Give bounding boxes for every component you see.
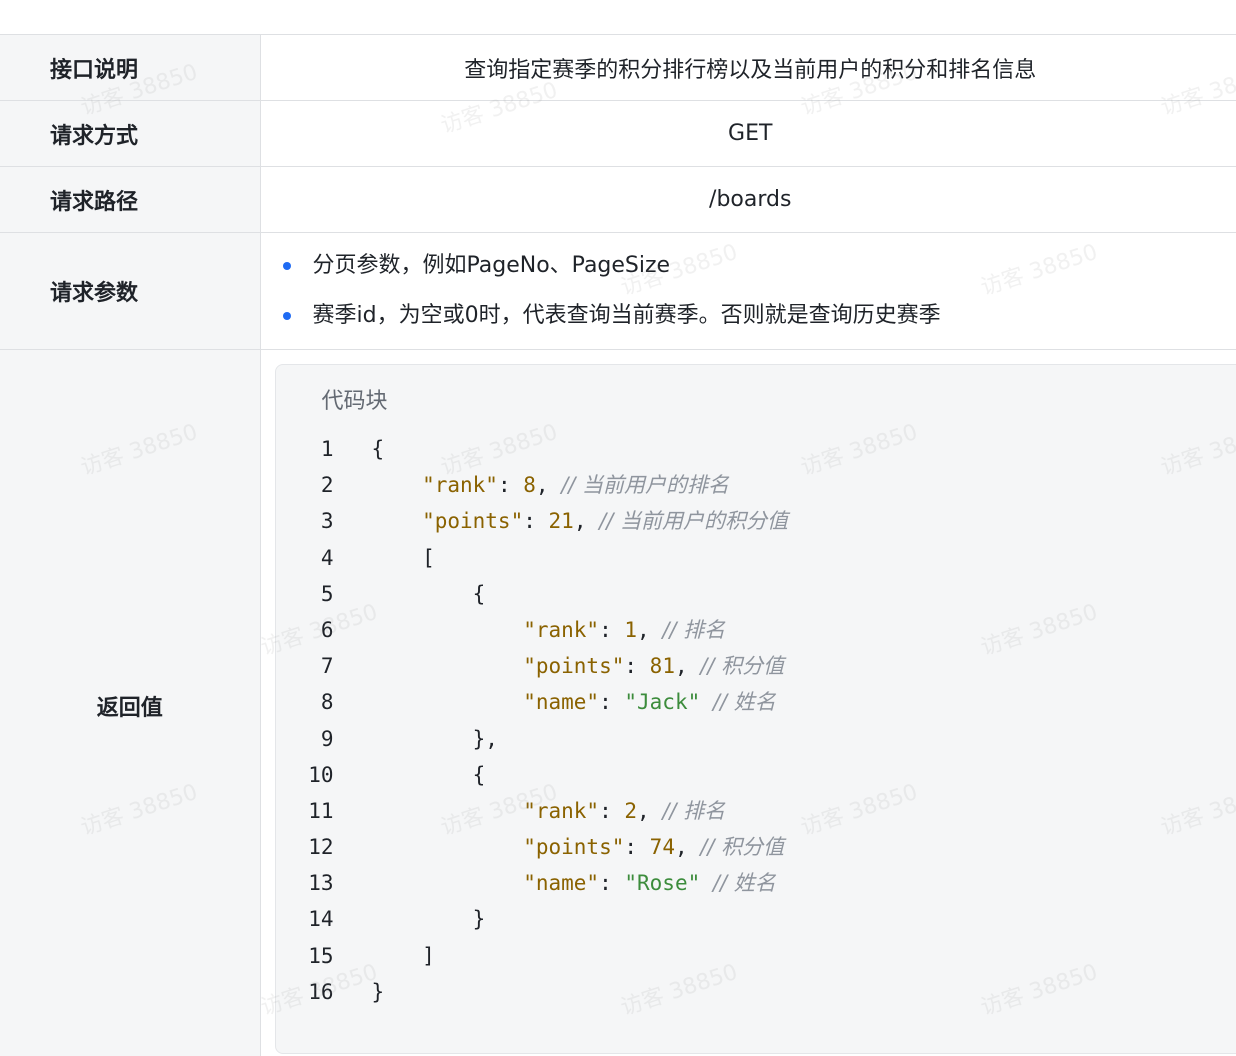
row-value-return: 代码块 1{ 2 "rank": 8, // 当前用户的排名 3 "points… bbox=[260, 349, 1236, 1056]
line-number: 4 bbox=[320, 545, 334, 570]
table-row: 请求路径 /boards bbox=[0, 166, 1236, 233]
param-text: 分页参数，例如PageNo、PageSize bbox=[312, 253, 671, 278]
row-value-path: /boards bbox=[260, 166, 1236, 233]
line-number: 3 bbox=[320, 509, 334, 534]
code-line: 5 { bbox=[276, 576, 788, 612]
line-number: 6 bbox=[320, 617, 334, 642]
bullet-icon bbox=[282, 262, 291, 270]
line-number: 5 bbox=[320, 581, 334, 606]
row-value-params: 分页参数，例如PageNo、PageSize 赛季id，为空或0时，代表查询当前… bbox=[260, 232, 1236, 350]
row-label-method: 请求方式 bbox=[0, 100, 261, 167]
code-line: 16} bbox=[276, 974, 788, 1010]
line-number: 10 bbox=[308, 762, 334, 787]
table-row: 请求方式 GET bbox=[0, 100, 1236, 167]
row-value-description: 查询指定赛季的积分排行榜以及当前用户的积分和排名信息 bbox=[260, 34, 1236, 101]
row-label-description: 接口说明 bbox=[0, 34, 261, 101]
line-number: 11 bbox=[308, 798, 334, 823]
line-number: 12 bbox=[308, 835, 334, 860]
code-block-title: 代码块 bbox=[321, 389, 388, 414]
code-line: 3 "points": 21, // 当前用户的积分值 bbox=[276, 503, 788, 539]
code-lines: 1{ 2 "rank": 8, // 当前用户的排名 3 "points": 2… bbox=[276, 431, 788, 1010]
code-line: 15 ] bbox=[276, 938, 788, 974]
api-spec-table: 接口说明 查询指定赛季的积分排行榜以及当前用户的积分和排名信息 请求方式 GET… bbox=[0, 34, 1236, 1056]
code-line: 4 [ bbox=[276, 540, 788, 576]
table-row: 返回值 代码块 1{ 2 "rank": 8, // 当前用户的排名 3 "po… bbox=[0, 349, 1236, 1056]
code-line: 1{ bbox=[276, 431, 788, 467]
param-text: 赛季id，为空或0时，代表查询当前赛季。否则就是查询历史赛季 bbox=[312, 303, 941, 328]
table-row: 接口说明 查询指定赛季的积分排行榜以及当前用户的积分和排名信息 bbox=[0, 34, 1236, 101]
line-number: 13 bbox=[308, 871, 334, 896]
row-label-return: 返回值 bbox=[0, 349, 261, 1056]
line-number: 7 bbox=[320, 654, 334, 679]
list-item: 赛季id，为空或0时，代表查询当前赛季。否则就是查询历史赛季 bbox=[282, 291, 1236, 341]
list-item: 分页参数，例如PageNo、PageSize bbox=[282, 241, 1236, 291]
line-number: 16 bbox=[308, 979, 334, 1004]
code-line: 11 "rank": 2, // 排名 bbox=[276, 793, 788, 829]
line-number: 9 bbox=[320, 726, 334, 751]
line-number: 2 bbox=[320, 473, 334, 498]
code-line: 8 "name": "Jack" // 姓名 bbox=[276, 684, 788, 720]
table-row: 请求参数 分页参数，例如PageNo、PageSize 赛季id，为空或0时，代… bbox=[0, 232, 1236, 350]
code-block[interactable]: 代码块 1{ 2 "rank": 8, // 当前用户的排名 3 "points… bbox=[274, 364, 1236, 1054]
line-number: 8 bbox=[320, 690, 334, 715]
code-line: 6 "rank": 1, // 排名 bbox=[276, 612, 788, 648]
code-line: 12 "points": 74, // 积分值 bbox=[276, 829, 788, 865]
row-label-path: 请求路径 bbox=[0, 166, 261, 233]
document-page: 接口说明 查询指定赛季的积分排行榜以及当前用户的积分和排名信息 请求方式 GET… bbox=[0, 0, 1236, 1056]
bullet-icon bbox=[282, 312, 291, 320]
code-line: 13 "name": "Rose" // 姓名 bbox=[276, 865, 788, 901]
code-line: 9 }, bbox=[276, 721, 788, 757]
code-line: 14 } bbox=[276, 901, 788, 937]
params-list: 分页参数，例如PageNo、PageSize 赛季id，为空或0时，代表查询当前… bbox=[261, 233, 1236, 349]
row-value-method: GET bbox=[260, 100, 1236, 167]
line-number: 15 bbox=[308, 943, 334, 968]
line-number: 14 bbox=[308, 907, 334, 932]
code-line: 2 "rank": 8, // 当前用户的排名 bbox=[276, 467, 788, 503]
code-line: 10 { bbox=[276, 757, 788, 793]
row-label-params: 请求参数 bbox=[0, 232, 261, 350]
line-number: 1 bbox=[320, 437, 334, 461]
code-line: 7 "points": 81, // 积分值 bbox=[276, 648, 788, 684]
